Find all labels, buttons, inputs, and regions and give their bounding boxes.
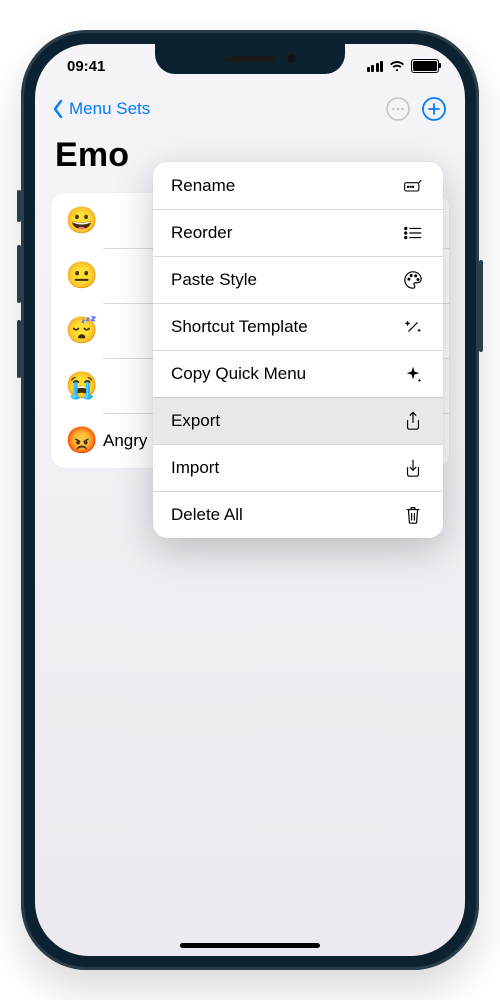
menu-item-label: Export [171,411,220,431]
menu-item-import[interactable]: Import [153,444,443,491]
menu-item-label: Shortcut Template [171,317,308,337]
chevron-left-icon [51,99,65,119]
menu-item-label: Reorder [171,223,232,243]
emoji-icon: 😴 [65,315,99,346]
ellipsis-circle-icon [385,96,411,122]
speaker-grille [224,56,276,62]
wand-icon [401,317,425,337]
context-menu: Rename Reorder Paste Style [153,162,443,538]
status-time: 09:41 [67,58,105,75]
screen: 09:41 Menu Sets [35,44,465,956]
menu-item-export[interactable]: Export [153,397,443,444]
menu-item-paste-style[interactable]: Paste Style [153,256,443,303]
wifi-icon [389,60,405,72]
menu-item-reorder[interactable]: Reorder [153,209,443,256]
volume-up [17,245,21,303]
menu-item-copy-quick-menu[interactable]: Copy Quick Menu [153,350,443,397]
home-indicator[interactable] [180,943,320,948]
share-icon [401,411,425,431]
emoji-icon: 😡 [65,425,99,456]
sparkle-icon [401,364,425,384]
mute-switch [17,190,21,222]
back-label: Menu Sets [69,99,150,119]
plus-circle-icon [421,96,447,122]
cellular-icon [367,61,384,72]
menu-item-label: Delete All [171,505,243,525]
menu-item-rename[interactable]: Rename [153,162,443,209]
more-button[interactable] [383,94,413,124]
trash-icon [401,505,425,525]
add-button[interactable] [419,94,449,124]
menu-item-delete-all[interactable]: Delete All [153,491,443,538]
emoji-icon: 😭 [65,370,99,401]
back-button[interactable]: Menu Sets [51,99,150,119]
nav-bar: Menu Sets [35,88,465,130]
emoji-icon: 😐 [65,260,99,291]
power-button [479,260,483,352]
notch [155,44,345,74]
phone-frame: 09:41 Menu Sets [21,30,479,970]
menu-item-shortcut-template[interactable]: Shortcut Template [153,303,443,350]
list-icon [401,223,425,243]
emoji-icon: 😀 [65,205,99,236]
volume-down [17,320,21,378]
menu-item-label: Import [171,458,219,478]
menu-item-label: Rename [171,176,235,196]
battery-icon [411,59,439,73]
menu-item-label: Copy Quick Menu [171,364,306,384]
rename-icon [401,176,425,196]
front-camera [286,53,297,64]
download-icon [401,458,425,478]
menu-item-label: Paste Style [171,270,257,290]
palette-icon [401,270,425,290]
